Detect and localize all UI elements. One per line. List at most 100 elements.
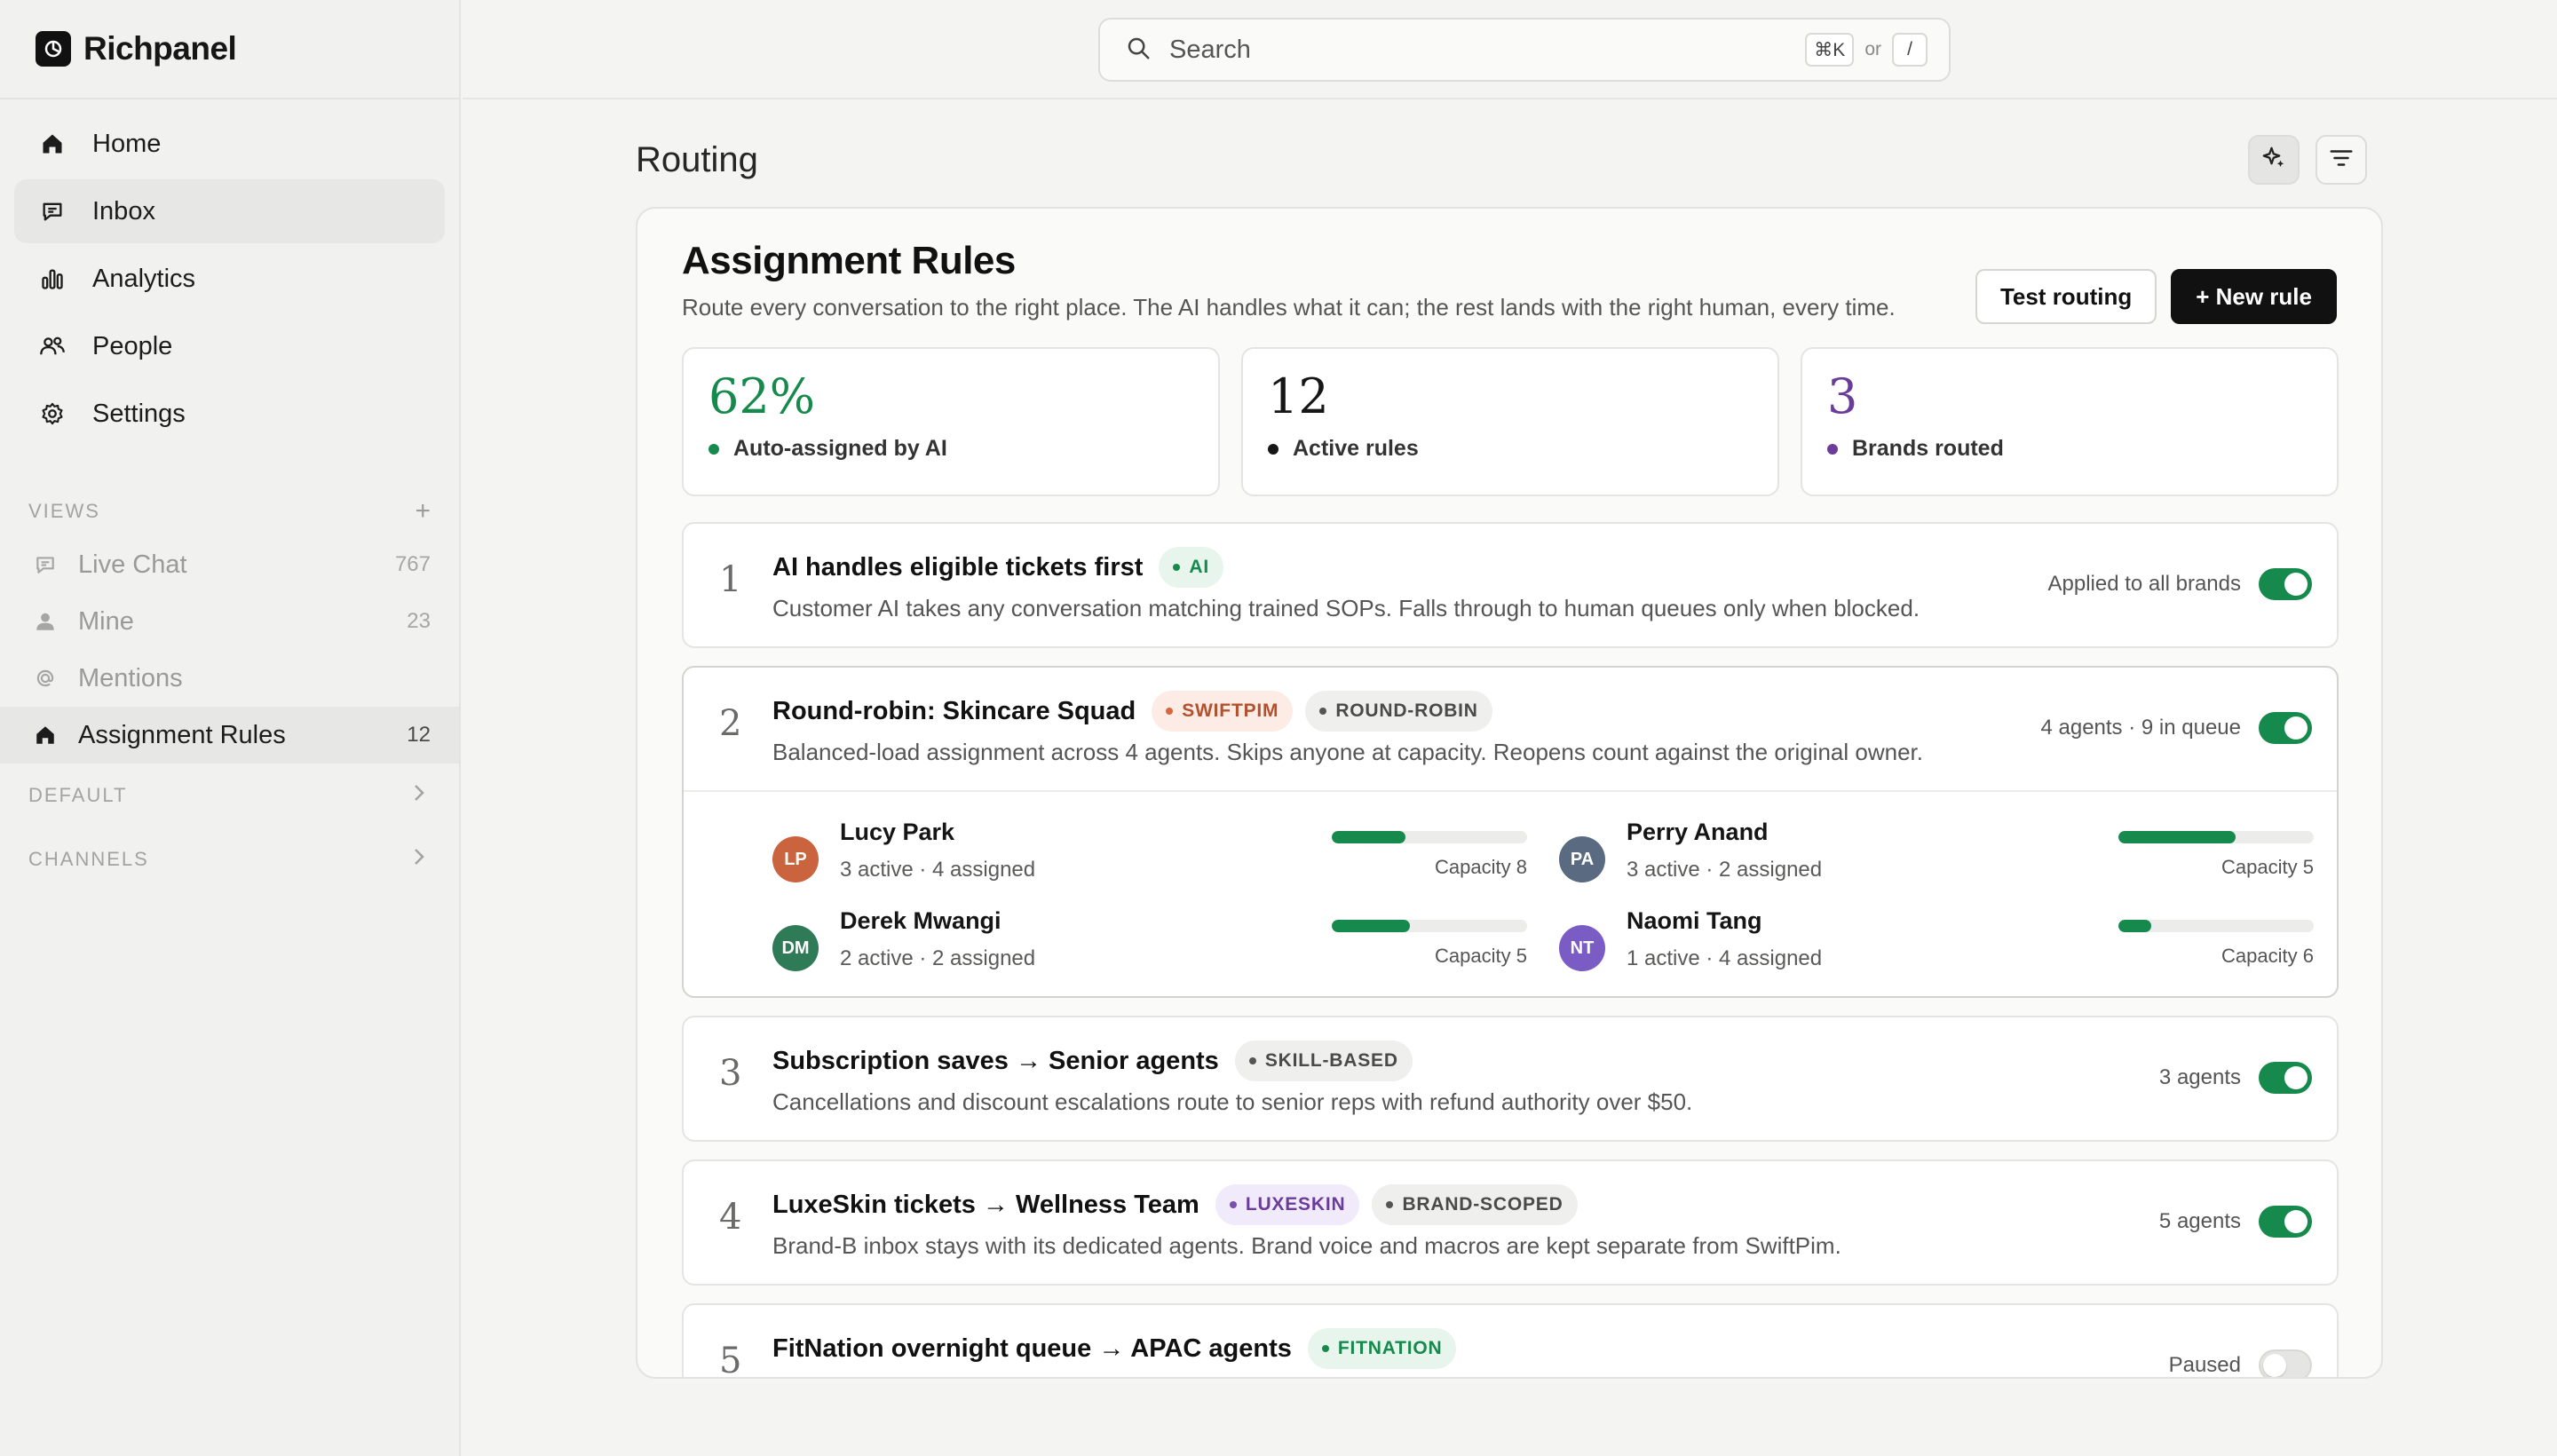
chevron-right-icon [413,783,425,808]
stat-card-auto-assigned: 62% Auto-assigned by AI [682,347,1220,496]
toggle-knob [2263,1354,2286,1377]
tag-fitnation: FITNATION [1307,1328,1457,1369]
rule-meta: Paused [2168,1353,2241,1377]
stat-label-row: Active rules [1268,436,1753,462]
stat-label: Auto-assigned by AI [733,436,947,461]
status-dot [1268,443,1278,455]
capacity-fill [2118,831,2236,843]
nav-item-label: Settings [92,399,186,428]
section-channels[interactable]: CHANNELS [0,827,459,891]
tag-ai: AI [1159,547,1224,588]
section-default[interactable]: DEFAULT [0,764,459,827]
nav-item-settings[interactable]: Settings [14,382,445,446]
rule-toggle[interactable] [2259,568,2312,600]
home-icon [32,722,59,748]
sparkle-icon [2260,145,2287,176]
stat-value: 62% [709,368,816,424]
agent-row[interactable]: LP Lucy Park 3 active · 4 assigned Capac… [772,819,1527,890]
agent-name: Naomi Tang [1627,907,1762,934]
brand[interactable]: Richpanel [0,0,459,99]
capacity-label: Capacity 5 [2221,856,2314,878]
rule-card[interactable]: 1 AI handles eligible tickets first AI C… [682,522,2339,648]
search-placeholder: Search [1169,35,1251,64]
main-nav: Home Inbox Analytics People Settings [0,99,459,446]
stats-row: 62% Auto-assigned by AI 12 Active rules … [682,347,2339,496]
nav-item-home[interactable]: Home [14,112,445,176]
rule-card[interactable]: 5 FitNation overnight queue → APAC agent… [682,1303,2339,1377]
agent-row[interactable]: NT Naomi Tang 1 active · 4 assigned Capa… [1559,907,2314,978]
panel-header: Assignment Rules Route every conversatio… [682,239,2337,324]
agent-name: Lucy Park [840,819,955,845]
rule-summary: 4 LuxeSkin tickets → Wellness Team LUXES… [684,1161,2337,1284]
test-routing-button[interactable]: Test routing [1975,269,2157,324]
section-label: CHANNELS [28,848,149,870]
nav-item-label: Analytics [92,264,196,293]
shortcut-or: or [1864,39,1881,59]
rule-description: Cancellations and discount escalations r… [772,1088,1693,1115]
toggle-knob [2284,1210,2308,1233]
agent-row[interactable]: DM Derek Mwangi 2 active · 2 assigned Ca… [772,907,1527,978]
new-rule-button[interactable]: + New rule [2171,269,2337,324]
tag-dot [1229,1201,1237,1208]
rule-description: Customer AI takes any conversation match… [772,595,1920,621]
view-item-label: Mentions [78,663,183,692]
nav-item-analytics[interactable]: Analytics [14,247,445,311]
rule-toggle[interactable] [2259,1349,2312,1377]
ai-sparkle-button[interactable] [2248,135,2300,185]
tag-swiftpim: SWIFTPIM [1152,691,1294,732]
view-item-assignment-rules[interactable]: Assignment Rules 12 [0,707,459,764]
rule-summary: 1 AI handles eligible tickets first AI C… [684,524,2337,646]
rule-toggle[interactable] [2259,1062,2312,1094]
tag-label: BRAND-SCOPED [1402,1194,1563,1215]
filter-button[interactable] [2316,135,2367,185]
rule-number: 3 [719,1053,742,1094]
rule-title: LuxeSkin tickets → Wellness Team [772,1190,1199,1219]
agent-stats: 2 active · 2 assigned [840,946,1036,970]
view-item-count: 23 [407,609,431,633]
rule-number: 4 [719,1197,742,1238]
capacity-fill [1332,920,1410,932]
avatar: PA [1559,836,1605,882]
capacity-bar [2118,920,2314,932]
rule-card[interactable]: 3 Subscription saves → Senior agents SKI… [682,1016,2339,1142]
nav-item-inbox[interactable]: Inbox [14,179,445,243]
rule-toggle[interactable] [2259,1206,2312,1238]
tag-dot [1321,1345,1329,1352]
capacity-bar [2118,831,2314,843]
tag-label: FITNATION [1337,1338,1443,1358]
tag-label: AI [1189,557,1210,577]
toggle-knob [2284,716,2308,740]
rule-number: 1 [719,559,742,600]
rule-card[interactable]: 2 Round-robin: Skincare Squad SWIFTPIM R… [682,666,2339,998]
shortcut-slash: / [1892,33,1928,67]
add-view-button[interactable]: + [415,496,431,526]
brand-name: Richpanel [83,30,237,67]
nav-item-people[interactable]: People [14,314,445,378]
rule-title-row: Subscription saves → Senior agents SKILL… [772,1041,1425,1081]
view-item-mine[interactable]: Mine 23 [0,593,459,650]
rule-toggle[interactable] [2259,712,2312,744]
capacity-label: Capacity 8 [1435,856,1527,878]
agent-name: Perry Anand [1627,819,1769,845]
rule-controls: 4 agents · 9 in queue [2040,712,2312,744]
tag-dot [1386,1201,1394,1208]
search-input[interactable]: Search ⌘K or / [1098,18,1951,82]
stat-label: Brands routed [1852,436,2004,461]
sidebar: Richpanel Home Inbox Analytics People Se… [0,0,461,1456]
toggle-knob [2284,1066,2308,1089]
rule-card[interactable]: 4 LuxeSkin tickets → Wellness Team LUXES… [682,1159,2339,1286]
view-item-live-chat[interactable]: Live Chat 767 [0,536,459,593]
view-item-mentions[interactable]: Mentions [0,650,459,707]
rule-meta: Applied to all brands [2047,572,2241,596]
tag-dot [1173,564,1181,571]
stat-label-row: Brands routed [1827,436,2312,462]
rule-meta: 4 agents · 9 in queue [2040,716,2241,740]
agent-stats: 3 active · 2 assigned [1627,858,1823,882]
view-item-label: Mine [78,606,134,636]
rule-title: Subscription saves → Senior agents [772,1046,1219,1075]
agent-row[interactable]: PA Perry Anand 3 active · 2 assigned Cap… [1559,819,2314,890]
toggle-knob [2284,573,2308,596]
tag-dot [1248,1057,1256,1064]
rule-description: Balanced-load assignment across 4 agents… [772,739,1923,765]
view-item-count: 767 [394,552,431,576]
